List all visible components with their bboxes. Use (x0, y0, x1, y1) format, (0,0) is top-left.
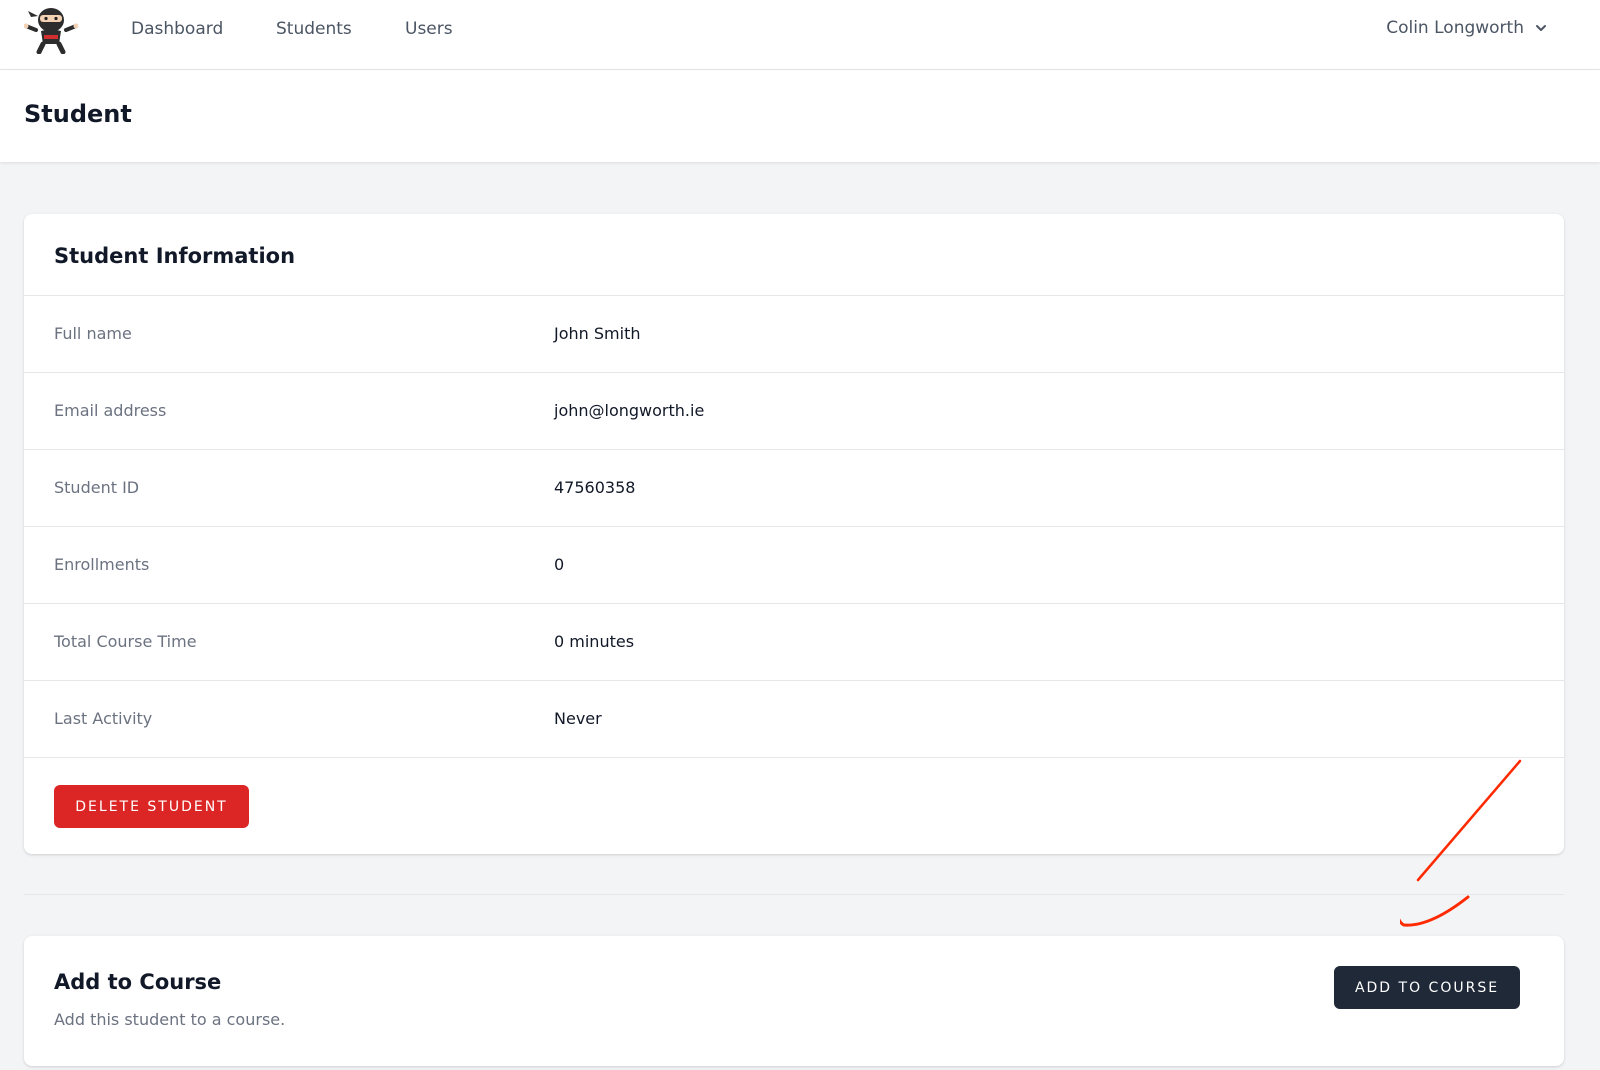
info-row-enrollments: Enrollments 0 (24, 527, 1564, 604)
info-row-email: Email address john@longworth.ie (24, 373, 1564, 450)
info-row-student-id: Student ID 47560358 (24, 450, 1564, 527)
info-label: Full name (54, 324, 132, 343)
info-value: john@longworth.ie (554, 401, 705, 420)
info-label: Enrollments (54, 555, 150, 574)
nav-students-link[interactable]: Students (276, 19, 352, 39)
chevron-down-icon (1536, 25, 1546, 31)
info-value: Never (554, 709, 602, 728)
student-info-title: Student Information (54, 244, 296, 268)
info-label: Email address (54, 401, 167, 420)
nav-users-link[interactable]: Users (405, 19, 453, 39)
add-to-course-card: Add to Course Add this student to a cour… (24, 936, 1564, 1066)
info-value: 0 minutes (554, 632, 635, 651)
info-row-total-course-time: Total Course Time 0 minutes (24, 604, 1564, 681)
info-value: 0 (554, 555, 565, 574)
ninja-logo-icon[interactable] (24, 4, 78, 54)
info-value: John Smith (554, 324, 641, 343)
info-label: Student ID (54, 478, 140, 497)
info-label: Total Course Time (54, 632, 197, 651)
user-name: Colin Longworth (1386, 18, 1524, 38)
add-to-course-title: Add to Course (54, 970, 222, 994)
page-title: Student (24, 100, 132, 128)
section-divider (24, 894, 1564, 895)
info-label: Last Activity (54, 709, 153, 728)
user-menu[interactable]: Colin Longworth (1386, 18, 1548, 38)
info-row-full-name: Full name John Smith (24, 296, 1564, 373)
annotation-arrow-icon (1400, 759, 1522, 927)
add-to-course-button[interactable]: ADD TO COURSE (1334, 966, 1520, 1009)
info-row-last-activity: Last Activity Never (24, 681, 1564, 758)
add-to-course-description: Add this student to a course. (54, 1010, 286, 1029)
page-header: Student (0, 70, 1600, 162)
info-value: 47560358 (554, 478, 636, 497)
top-navbar: Dashboard Students Users Colin Longworth (0, 0, 1600, 70)
delete-student-button[interactable]: DELETE STUDENT (54, 785, 249, 828)
student-info-card: Student Information Full name John Smith… (24, 214, 1564, 854)
nav-dashboard-link[interactable]: Dashboard (131, 19, 223, 39)
